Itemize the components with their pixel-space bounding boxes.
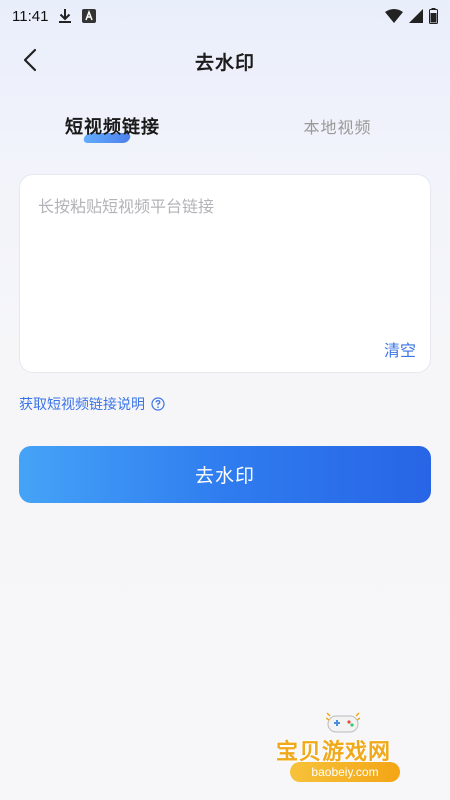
back-arrow-icon	[23, 48, 37, 76]
download-icon	[58, 8, 72, 24]
battery-icon	[429, 8, 438, 24]
site-watermark: 宝贝游戏网 baobeiy.com	[268, 712, 418, 790]
signal-icon	[409, 9, 423, 23]
status-left: 11:41	[12, 7, 97, 25]
video-link-input[interactable]	[38, 193, 414, 333]
status-time: 11:41	[12, 7, 49, 25]
source-tabs: 短视频链接 本地视频	[0, 108, 450, 152]
back-button[interactable]	[14, 46, 46, 78]
help-link-label: 获取短视频链接说明	[19, 397, 145, 413]
app-notification-icon	[82, 9, 97, 23]
tab-label: 短视频链接	[65, 117, 160, 138]
remove-watermark-button[interactable]: 去水印	[19, 446, 431, 503]
tab-local-video[interactable]: 本地视频	[225, 108, 450, 152]
status-bar: 11:41	[0, 0, 450, 32]
nav-bar: 去水印	[0, 36, 450, 86]
watermark-domain: baobeiy.com	[290, 762, 400, 782]
help-link[interactable]: 获取短视频链接说明	[19, 394, 165, 414]
clear-button[interactable]: 清空	[384, 337, 416, 361]
page-title: 去水印	[194, 51, 255, 74]
wifi-icon	[385, 9, 403, 23]
link-input-card: 清空	[19, 174, 431, 373]
status-right	[385, 8, 438, 24]
tab-short-video-link[interactable]: 短视频链接	[0, 108, 225, 152]
tab-label: 本地视频	[303, 118, 372, 137]
question-circle-icon	[151, 397, 165, 411]
